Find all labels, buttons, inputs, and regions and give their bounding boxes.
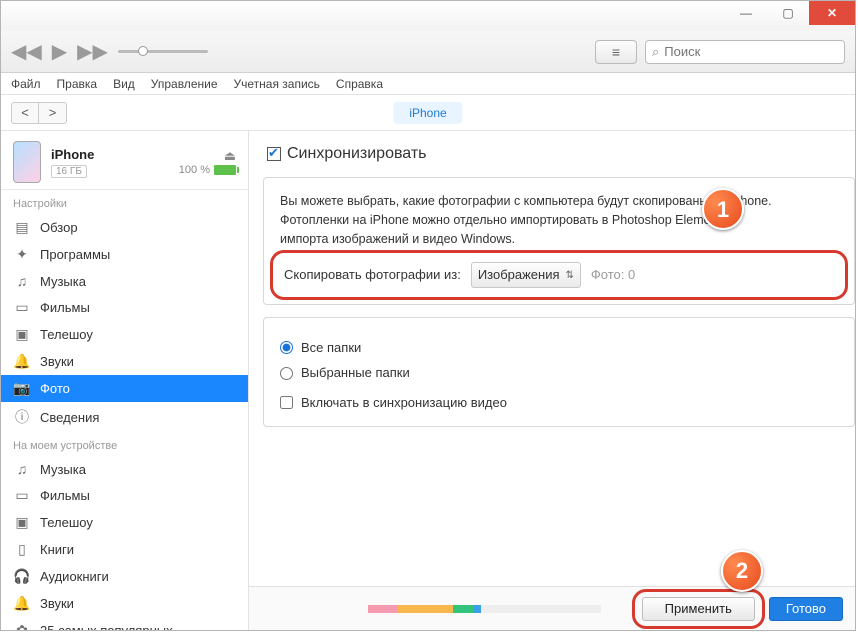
menu-account[interactable]: Учетная запись [234,77,320,91]
apply-button[interactable]: Применить [642,597,755,621]
movies-icon: ▭ [13,487,31,504]
sidebar-item-movies[interactable]: ▭Фильмы [1,294,248,321]
music-icon: ♫ [13,461,31,477]
photo-count: Фото: 0 [591,265,635,285]
copy-from-highlight: Скопировать фотографии из: Изображения ⇅… [276,256,842,294]
nav-forward-button[interactable]: > [39,102,67,124]
battery-percent: 100 % [179,164,210,176]
window-titlebar: — ▢ ✕ [1,1,855,31]
device-name: iPhone [51,147,169,162]
sidebar-ondevice-music[interactable]: ♫Музыка [1,456,248,482]
bell-icon: 🔔 [13,353,31,370]
radio-all-folders[interactable]: Все папки [280,338,838,358]
device-thumbnail-icon [13,141,41,183]
sidebar-item-overview[interactable]: ▤Обзор [1,214,248,241]
sidebar-ondevice-movies[interactable]: ▭Фильмы [1,482,248,509]
toolbar: ◀◀ ▶ ▶▶ ≡ ⌕ [1,31,855,73]
content: Синхронизировать Вы можете выбрать, каки… [249,131,855,630]
sync-title: Синхронизировать [287,145,427,163]
sidebar-item-apps[interactable]: ✦Программы [1,241,248,268]
music-icon: ♫ [13,273,31,289]
sidebar-ondevice-top25[interactable]: ✿25 самых популярных [1,617,248,630]
window-close-button[interactable]: ✕ [809,1,855,25]
radio-selected-folders[interactable]: Выбранные папки [280,363,838,383]
sidebar-item-info[interactable]: ⓘСведения [1,402,248,432]
bottom-bar: Применить Готово 2 [249,586,855,630]
battery-icon [214,165,236,175]
include-video-checkbox[interactable]: Включать в синхронизацию видео [280,393,838,413]
apps-icon: ✦ [13,246,31,263]
device-header: iPhone 16 ГБ ⏏ 100 % [1,131,248,190]
sidebar-ondevice-books[interactable]: ▯Книги [1,536,248,563]
menu-file[interactable]: Файл [11,77,41,91]
menu-controls[interactable]: Управление [151,77,218,91]
menu-edit[interactable]: Правка [57,77,98,91]
chevron-down-icon: ⇅ [566,268,574,283]
description-panel: Вы можете выбрать, какие фотографии с ко… [263,177,855,305]
gear-icon: ✿ [13,622,31,630]
device-capacity: 16 ГБ [51,165,87,178]
window-minimize-button[interactable]: — [725,1,767,25]
bell-icon: 🔔 [13,595,31,612]
eject-icon[interactable]: ⏏ [224,148,236,163]
menubar: Файл Правка Вид Управление Учетная запис… [1,73,855,95]
sidebar-group-ondevice: На моем устройстве [1,432,248,456]
copy-from-dropdown[interactable]: Изображения ⇅ [471,262,581,288]
next-icon[interactable]: ▶▶ [77,39,108,64]
sidebar-item-tones[interactable]: 🔔Звуки [1,348,248,375]
sidebar-item-photos[interactable]: 📷Фото [1,375,248,402]
tv-icon: ▣ [13,326,31,343]
play-icon[interactable]: ▶ [52,39,67,64]
sidebar: iPhone 16 ГБ ⏏ 100 % Настройки ▤Обзор ✦П… [1,131,249,630]
sidebar-ondevice-audiobooks[interactable]: 🎧Аудиокниги [1,563,248,590]
info-icon: ⓘ [13,407,31,427]
nav-row: < > iPhone [1,95,855,131]
sidebar-item-tvshows[interactable]: ▣Телешоу [1,321,248,348]
window-maximize-button[interactable]: ▢ [767,1,809,25]
storage-bar [368,604,608,614]
device-pill[interactable]: iPhone [393,102,462,124]
overview-icon: ▤ [13,219,31,236]
description-text: Вы можете выбрать, какие фотографии с ко… [280,192,838,248]
movies-icon: ▭ [13,299,31,316]
sync-checkbox[interactable] [267,147,281,161]
sidebar-ondevice-tones[interactable]: 🔔Звуки [1,590,248,617]
book-icon: ▯ [13,541,31,558]
nav-back-button[interactable]: < [11,102,39,124]
menu-view[interactable]: Вид [113,77,135,91]
search-icon: ⌕ [652,44,659,60]
apply-highlight: Применить [638,595,759,623]
copy-from-label: Скопировать фотографии из: [284,265,461,285]
callout-1: 1 [702,188,744,230]
menu-help[interactable]: Справка [336,77,383,91]
sidebar-ondevice-tv[interactable]: ▣Телешоу [1,509,248,536]
headphones-icon: 🎧 [13,568,31,585]
callout-2: 2 [721,550,763,592]
list-view-button[interactable]: ≡ [595,40,637,64]
sidebar-group-settings: Настройки [1,190,248,214]
tv-icon: ▣ [13,514,31,531]
prev-icon[interactable]: ◀◀ [11,39,42,64]
sidebar-item-music[interactable]: ♫Музыка [1,268,248,294]
volume-slider[interactable] [118,50,208,53]
search-input[interactable]: ⌕ [645,40,845,64]
done-button[interactable]: Готово [769,597,843,621]
camera-icon: 📷 [13,380,31,397]
folders-panel: Все папки Выбранные папки Включать в син… [263,317,855,428]
